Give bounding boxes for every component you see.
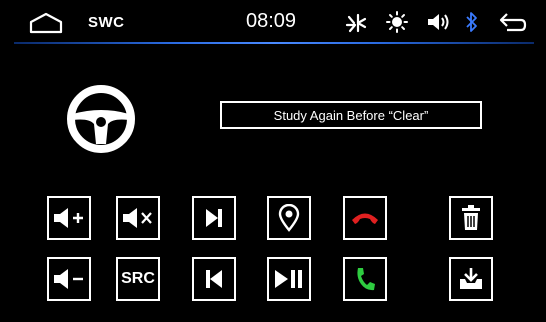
delete-button[interactable] [449,196,493,240]
volume-button[interactable] [426,12,450,32]
home-icon [29,12,63,34]
back-icon [499,13,527,32]
source-button[interactable]: SRC [116,257,160,301]
navigation-icon [278,204,300,232]
volume-down-button[interactable] [47,257,91,301]
page-title: SWC [88,14,125,31]
bluetooth-button[interactable] [465,11,479,33]
hang-up-button[interactable] [343,196,387,240]
play-pause-button[interactable] [267,257,311,301]
status-bar-divider [14,42,534,44]
bluetooth-icon [466,12,477,32]
home-button[interactable] [28,12,64,34]
steering-control-indicator [345,13,367,33]
next-track-icon [206,209,222,227]
delete-icon [462,205,480,230]
back-button[interactable] [497,11,527,33]
hang-up-icon [352,213,378,224]
play-pause-icon [275,270,302,288]
volume-up-icon [54,208,83,228]
answer-call-button[interactable] [343,257,387,301]
answer-call-icon [357,268,375,291]
previous-track-icon [206,270,222,288]
source-button-label: SRC [121,270,155,287]
volume-up-button[interactable] [47,196,91,240]
clock: 08:09 [246,10,297,32]
save-button[interactable] [449,257,493,301]
steering-hand-icon [345,13,367,33]
next-track-button[interactable] [192,196,236,240]
mute-button[interactable] [116,196,160,240]
status-bar: SWC 08:09 [0,0,546,44]
steering-wheel-graphic [66,84,136,159]
brightness-icon [386,11,408,33]
instruction-text: Study Again Before “Clear” [273,107,429,123]
volume-down-icon [54,269,83,289]
instruction-message: Study Again Before “Clear” [220,101,482,129]
volume-icon [428,14,449,30]
previous-track-button[interactable] [192,257,236,301]
save-icon [460,268,482,289]
mute-icon [123,208,152,228]
brightness-button[interactable] [386,11,408,33]
navigation-button[interactable] [267,196,311,240]
steering-wheel-icon [67,85,135,153]
